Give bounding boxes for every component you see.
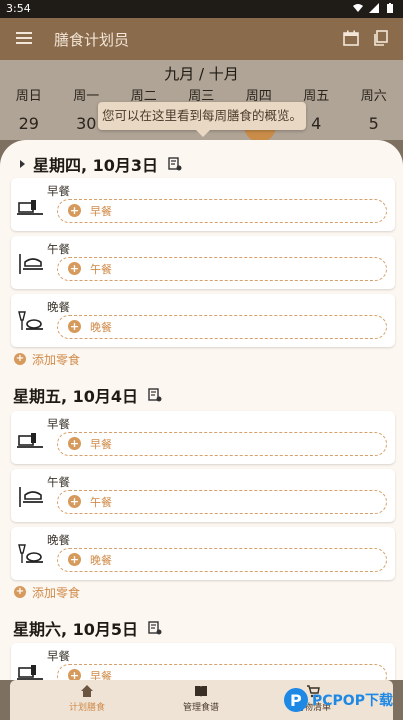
weekday-label: 周日 — [15, 89, 42, 104]
dinner-icon — [18, 311, 43, 330]
status-bar: 3:54 — [0, 0, 403, 18]
meal-card-breakfast: 早餐 + 早餐 — [11, 411, 395, 464]
lunch-icon — [19, 487, 43, 507]
meal-name: 早餐 — [47, 184, 70, 198]
wifi-icon — [353, 4, 363, 12]
add-meal-label: 午餐 — [90, 496, 112, 509]
add-snack-label: 添加零食 — [32, 352, 81, 367]
meal-name: 晚餐 — [47, 533, 70, 547]
meal-card-dinner: 晚餐 + 晚餐 — [11, 527, 395, 580]
month-label: 九月 / 十月 — [164, 65, 239, 83]
day-header[interactable]: 星期六, 10月5日 — [0, 614, 162, 642]
day-header[interactable]: 星期五, 10月4日 — [0, 381, 162, 409]
expand-caret-icon[interactable] — [20, 160, 25, 168]
add-icon: + — [14, 353, 26, 365]
nav-label: 计划膳食 — [68, 703, 105, 713]
date-cell[interactable]: 29 — [0, 114, 58, 133]
app-bar: 膳食计划员 — [0, 18, 403, 60]
add-icon: + — [14, 586, 26, 598]
meal-name: 午餐 — [47, 242, 70, 256]
day-title: 星期五, 10月4日 — [13, 387, 139, 406]
meal-card-lunch: 午餐 + 午餐 — [11, 469, 395, 522]
meal-card-dinner: 晚餐 + 晚餐 — [11, 294, 395, 347]
note-icon[interactable] — [148, 621, 162, 635]
add-meal-label: 晚餐 — [90, 554, 112, 567]
add-icon: + — [68, 437, 81, 450]
book-icon — [195, 686, 207, 697]
add-snack-button[interactable]: + 添加零食 — [14, 582, 80, 602]
meal-name: 早餐 — [47, 417, 70, 431]
add-meal-label: 早餐 — [90, 205, 112, 218]
status-icons — [353, 3, 395, 13]
home-icon — [81, 685, 93, 697]
day-header[interactable]: 星期四, 10月3日 — [0, 150, 182, 178]
add-dinner-button[interactable]: + 晚餐 — [57, 548, 387, 572]
note-icon[interactable] — [148, 388, 162, 402]
add-icon: + — [68, 669, 81, 680]
meal-card-breakfast: 早餐 + 早餐 — [11, 178, 395, 231]
add-breakfast-button[interactable]: + 早餐 — [57, 664, 387, 680]
calendar-icon[interactable] — [343, 30, 359, 46]
overview-tooltip: 您可以在这里看到每周膳食的概览。 — [98, 102, 306, 137]
breakfast-icon — [17, 200, 43, 215]
add-icon: + — [68, 495, 81, 508]
add-icon: + — [68, 262, 81, 275]
nav-item-plan[interactable]: 计划膳食 — [42, 684, 132, 713]
meal-plan-sheet: 星期四, 10月3日 早餐 + 早餐 午餐 + 午餐 晚餐 + 晚餐 + 添加零… — [0, 140, 403, 680]
add-snack-button[interactable]: + 添加零食 — [14, 349, 80, 369]
pcpop-watermark-logo: P PCPOP下载 — [284, 688, 393, 712]
battery-icon — [387, 3, 393, 13]
nav-label: 管理食谱 — [182, 703, 219, 713]
add-lunch-button[interactable]: + 午餐 — [57, 257, 387, 281]
date-cell[interactable]: 5 — [345, 114, 403, 133]
dinner-icon — [18, 544, 43, 563]
status-time: 3:54 — [6, 2, 31, 15]
lunch-icon — [19, 254, 43, 274]
add-meal-label: 早餐 — [90, 670, 112, 680]
note-icon[interactable] — [168, 157, 182, 171]
add-lunch-button[interactable]: + 午餐 — [57, 490, 387, 514]
breakfast-icon — [17, 433, 43, 448]
add-meal-label: 早餐 — [90, 438, 112, 451]
add-icon: + — [68, 204, 81, 217]
copy-icon[interactable] — [373, 30, 389, 46]
signal-icon — [369, 3, 379, 13]
svg-text:PCPOP下载: PCPOP下载 — [312, 692, 393, 709]
meal-card-breakfast: 早餐 + 早餐 — [11, 643, 395, 680]
add-icon: + — [68, 553, 81, 566]
breakfast-icon — [17, 665, 43, 680]
meal-name: 晚餐 — [47, 300, 70, 314]
app-title: 膳食计划员 — [54, 31, 130, 49]
day-title: 星期四, 10月3日 — [33, 156, 159, 175]
svg-text:P: P — [290, 691, 302, 710]
add-icon: + — [68, 320, 81, 333]
add-meal-label: 午餐 — [90, 263, 112, 276]
add-breakfast-button[interactable]: + 早餐 — [57, 432, 387, 456]
add-dinner-button[interactable]: + 晚餐 — [57, 315, 387, 339]
nav-item-recipes[interactable]: 管理食谱 — [156, 684, 246, 713]
meal-name: 午餐 — [47, 475, 70, 489]
add-meal-label: 晚餐 — [90, 321, 112, 334]
weekday-label: 周六 — [360, 89, 387, 104]
meal-card-lunch: 午餐 + 午餐 — [11, 236, 395, 289]
add-snack-label: 添加零食 — [32, 585, 81, 600]
day-title: 星期六, 10月5日 — [13, 620, 139, 639]
menu-icon[interactable] — [16, 31, 32, 45]
meal-name: 早餐 — [47, 649, 70, 663]
add-breakfast-button[interactable]: + 早餐 — [57, 199, 387, 223]
